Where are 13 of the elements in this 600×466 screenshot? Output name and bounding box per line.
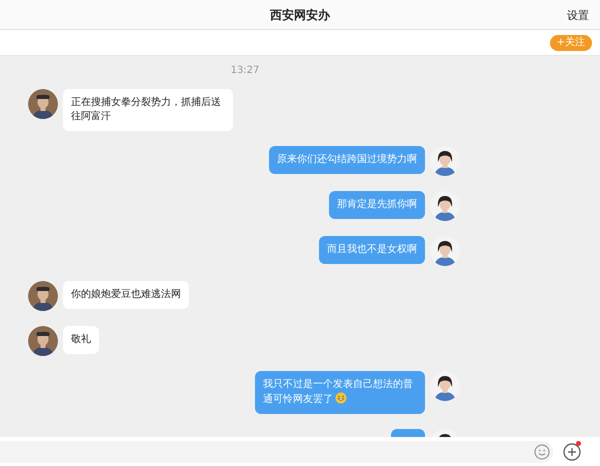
add-icon[interactable] bbox=[563, 442, 581, 460]
message-bubble: 原来你们还勾结跨国过境势力啊 bbox=[269, 146, 425, 174]
timestamp: 13:27 bbox=[230, 64, 260, 78]
message-bubble: 我只不过是一个发表自己想法的普通可怜网友罢了 bbox=[255, 371, 425, 414]
settings-link[interactable]: 设置 bbox=[567, 8, 589, 24]
message-bubble: 你的娘炮爱豆也难逃法网 bbox=[63, 281, 189, 309]
message-bubble: 而且我也不是女权啊 bbox=[319, 236, 425, 264]
chat-title: 西安网安办 bbox=[270, 6, 330, 24]
message-bubble: 那肯定是先抓你啊 bbox=[329, 191, 425, 219]
message-bubble: 敬礼 bbox=[63, 326, 99, 354]
message-input-field[interactable] bbox=[0, 440, 553, 462]
message-bubble: 正在搜捕女拳分裂势力，抓捕后送往阿富汗 bbox=[63, 89, 233, 131]
emoji-icon[interactable] bbox=[534, 444, 550, 460]
